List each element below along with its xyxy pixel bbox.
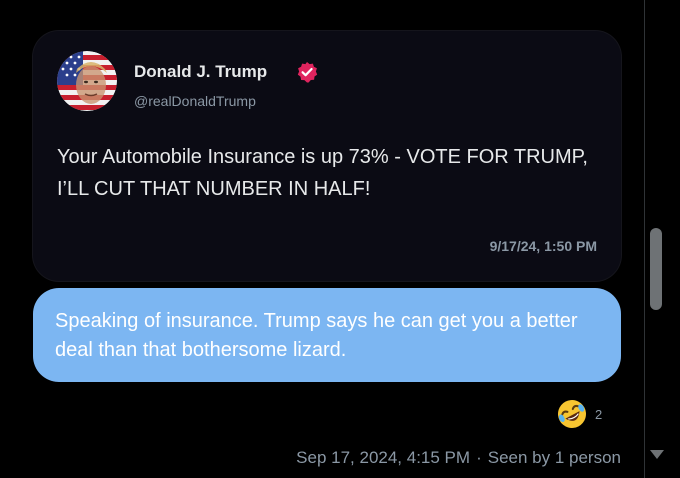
author-avatar[interactable]	[57, 51, 117, 111]
conversation-view: Donald J. Trump @realDonaldTrump Your Au…	[0, 0, 680, 478]
rolling-on-floor-laughing-emoji-icon	[556, 398, 588, 430]
tweet-timestamp[interactable]: 9/17/24, 1:50 PM	[490, 238, 597, 254]
scroll-down-arrow-icon[interactable]	[650, 450, 664, 459]
meta-separator: ·	[476, 448, 482, 467]
verified-badge-icon	[296, 61, 318, 83]
embedded-tweet-card[interactable]: Donald J. Trump @realDonaldTrump Your Au…	[33, 31, 621, 281]
tweet-text: Your Automobile Insurance is up 73% - VO…	[57, 146, 588, 200]
scrollbar-thumb[interactable]	[650, 228, 662, 310]
message-bubble[interactable]: Speaking of insurance. Trump says he can…	[33, 288, 621, 382]
author-name[interactable]: Donald J. Trump	[134, 62, 267, 82]
author-handle[interactable]: @realDonaldTrump	[134, 93, 256, 109]
message-sent-time: Sep 17, 2024, 4:15 PM	[296, 448, 471, 467]
message-meta: Sep 17, 2024, 4:15 PM · Seen by 1 person	[296, 448, 621, 468]
reaction-count: 2	[595, 407, 603, 422]
message-text: Speaking of insurance. Trump says he can…	[55, 310, 578, 361]
avatar-flag-portrait-icon	[57, 51, 117, 111]
seen-status[interactable]: Seen by 1 person	[488, 448, 621, 467]
